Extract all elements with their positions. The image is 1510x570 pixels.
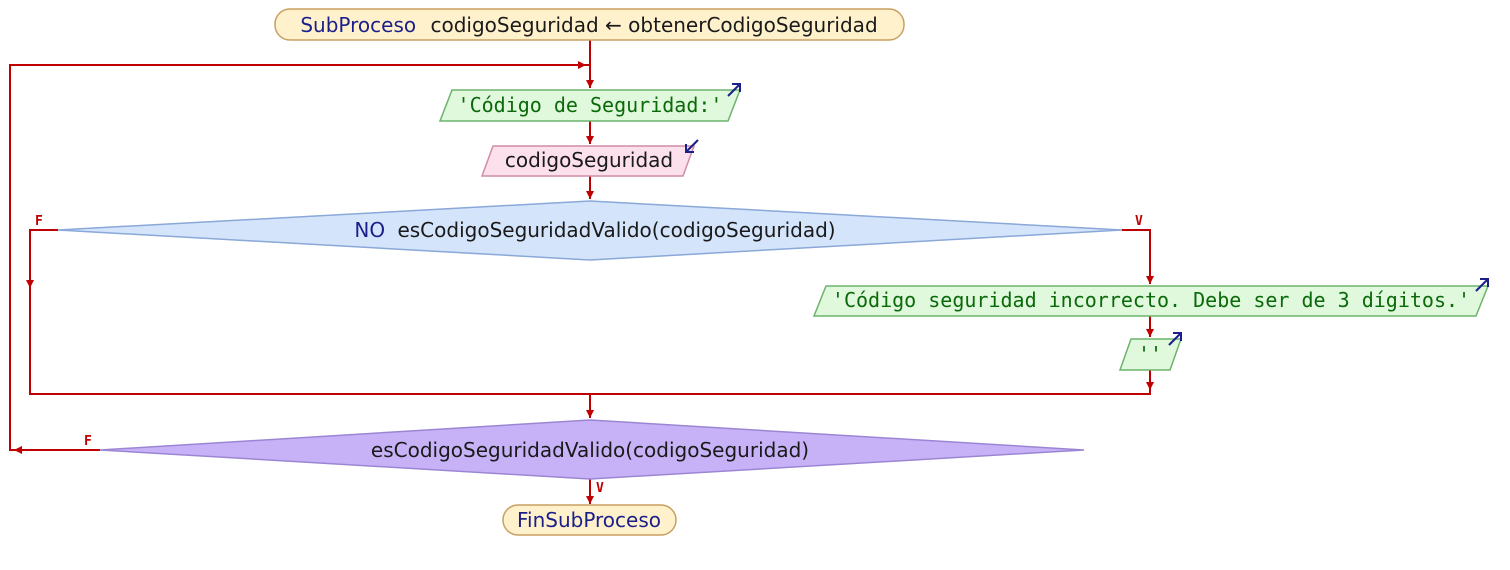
flowchart: SubProceso codigoSeguridad ← obtenerCodi… (9, 8, 1490, 536)
start-terminal: SubProceso codigoSeguridad ← obtenerCodi… (274, 8, 905, 41)
connector-loop-back (9, 64, 590, 451)
loop-condition-diamond: esCodigoSeguridadValido(codigoSeguridad)… (84, 419, 1085, 496)
end-terminal-text: FinSubProceso (517, 508, 661, 532)
blank-output-text: '' (1138, 342, 1162, 366)
loop-true-label: V (596, 481, 604, 496)
start-terminal-text: SubProceso codigoSeguridad ← obtenerCodi… (300, 13, 877, 37)
decision-text: NO esCodigoSeguridadValido(codigoSegurid… (354, 218, 835, 242)
input-var-text: codigoSeguridad (505, 148, 673, 172)
decision-true-label: V (1135, 214, 1143, 229)
end-terminal: FinSubProceso (502, 504, 677, 536)
connector-decision-true-branch (1122, 229, 1154, 284)
output-prompt-text: 'Código de Seguridad:' (458, 93, 723, 117)
decision-false-label: F (35, 214, 43, 229)
input-block: codigoSeguridad (480, 139, 699, 177)
loop-false-label: F (84, 434, 92, 449)
error-output-block: 'Código seguridad incorrecto. Debe ser d… (812, 278, 1490, 317)
loop-condition-text: esCodigoSeguridadValido(codigoSeguridad) (371, 438, 809, 462)
decision-diamond: NO esCodigoSeguridadValido(codigoSegurid… (35, 200, 1143, 261)
connector-true-branch-join (590, 370, 1151, 395)
output-prompt-block: 'Código de Seguridad:' (438, 83, 742, 122)
blank-output-block: '' (1118, 332, 1183, 371)
error-output-text: 'Código seguridad incorrecto. Debe ser d… (832, 288, 1470, 312)
